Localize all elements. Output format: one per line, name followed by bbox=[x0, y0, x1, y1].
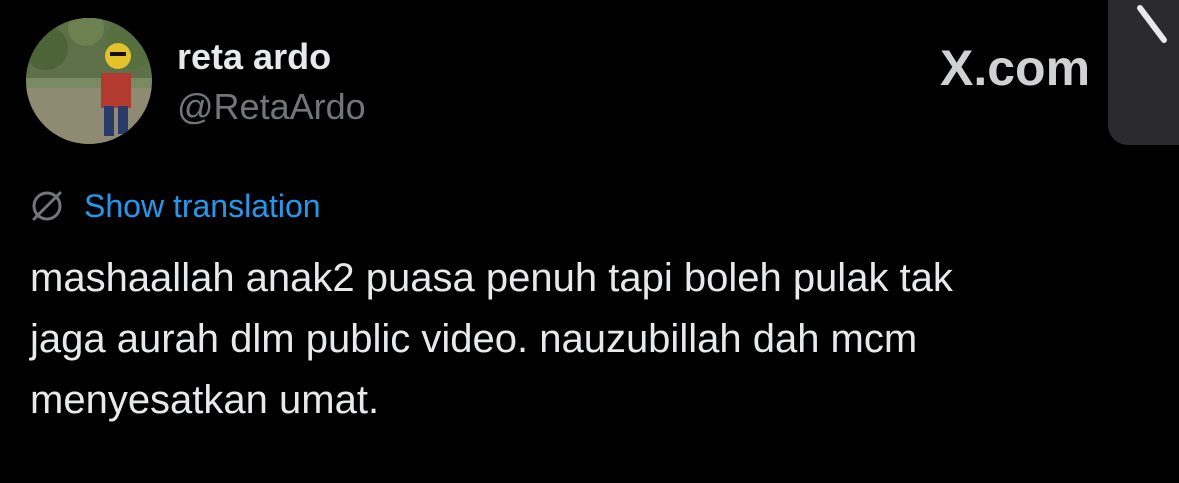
author-handle[interactable]: @RetaArdo bbox=[177, 86, 366, 128]
tweet-text-line: menyesatkan umat. bbox=[30, 378, 380, 422]
show-translation-label[interactable]: Show translation bbox=[84, 188, 321, 225]
x-com-watermark: X.com bbox=[940, 40, 1091, 96]
tweet-text: mashaallah anak2 puasa penuh tapi boleh … bbox=[30, 248, 1160, 431]
avatar[interactable] bbox=[26, 18, 152, 144]
panel-handle-icon bbox=[1137, 5, 1167, 43]
show-translation-link[interactable]: Show translation bbox=[28, 186, 321, 226]
globe-icon bbox=[32, 191, 62, 221]
tweet-text-line: jaga aurah dlm public video. nauzubillah… bbox=[30, 317, 918, 361]
overlay-panel bbox=[1108, 0, 1179, 145]
author-display-name[interactable]: reta ardo bbox=[177, 36, 331, 78]
tweet-text-line: mashaallah anak2 puasa penuh tapi boleh … bbox=[30, 256, 953, 300]
avatar-photo bbox=[26, 18, 152, 144]
